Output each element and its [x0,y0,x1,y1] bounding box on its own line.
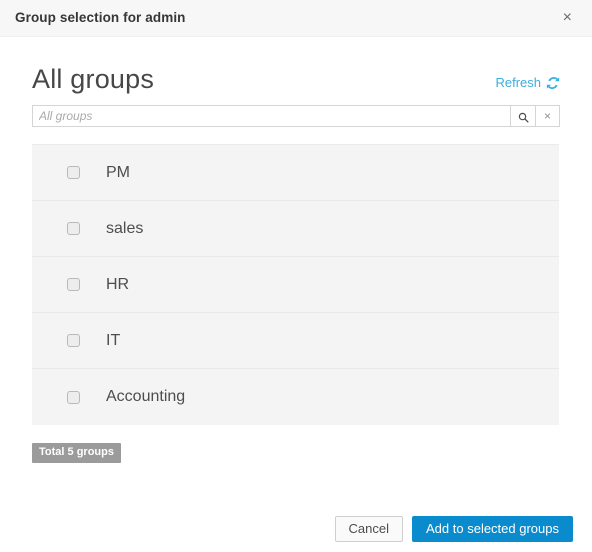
page-title: All groups [32,64,155,94]
search-row: × [32,105,560,127]
group-checkbox[interactable] [67,166,80,179]
list-item[interactable]: IT [32,313,559,369]
clear-icon: × [543,109,551,123]
group-list: PM sales HR IT Accounting [32,144,559,425]
list-item[interactable]: PM [32,145,559,201]
group-name: sales [106,219,144,237]
group-name: Accounting [106,388,186,405]
refresh-link[interactable]: Refresh [495,75,560,93]
list-item[interactable]: sales [32,201,559,257]
group-checkbox[interactable] [67,390,80,404]
group-name: HR [106,275,130,293]
search-button[interactable] [510,105,535,127]
search-input[interactable] [32,105,510,127]
modal-footer: Cancel Add to selected groups [0,505,592,552]
search-icon [518,111,529,123]
group-checkbox[interactable] [67,222,80,235]
refresh-icon [546,76,560,90]
modal-title: Group selection for admin [15,10,186,26]
group-name: PM [106,163,130,181]
total-badge-row: Total 5 groups [32,442,560,463]
cancel-button[interactable]: Cancel [334,515,404,542]
close-icon[interactable]: × [559,8,576,28]
list-item[interactable]: Accounting [32,369,559,425]
modal-header: Group selection for admin × [0,0,592,37]
status-badge: Total 5 groups [32,443,121,463]
add-to-selected-groups-button[interactable]: Add to selected groups [412,515,573,542]
refresh-label: Refresh [495,75,541,90]
group-name: IT [106,331,121,349]
group-checkbox[interactable] [67,278,80,291]
clear-search-button[interactable]: × [535,105,560,127]
modal-body: All groups Refresh × [0,37,592,463]
group-checkbox[interactable] [67,334,80,347]
list-item[interactable]: HR [32,257,559,313]
title-row: All groups Refresh [32,37,560,93]
